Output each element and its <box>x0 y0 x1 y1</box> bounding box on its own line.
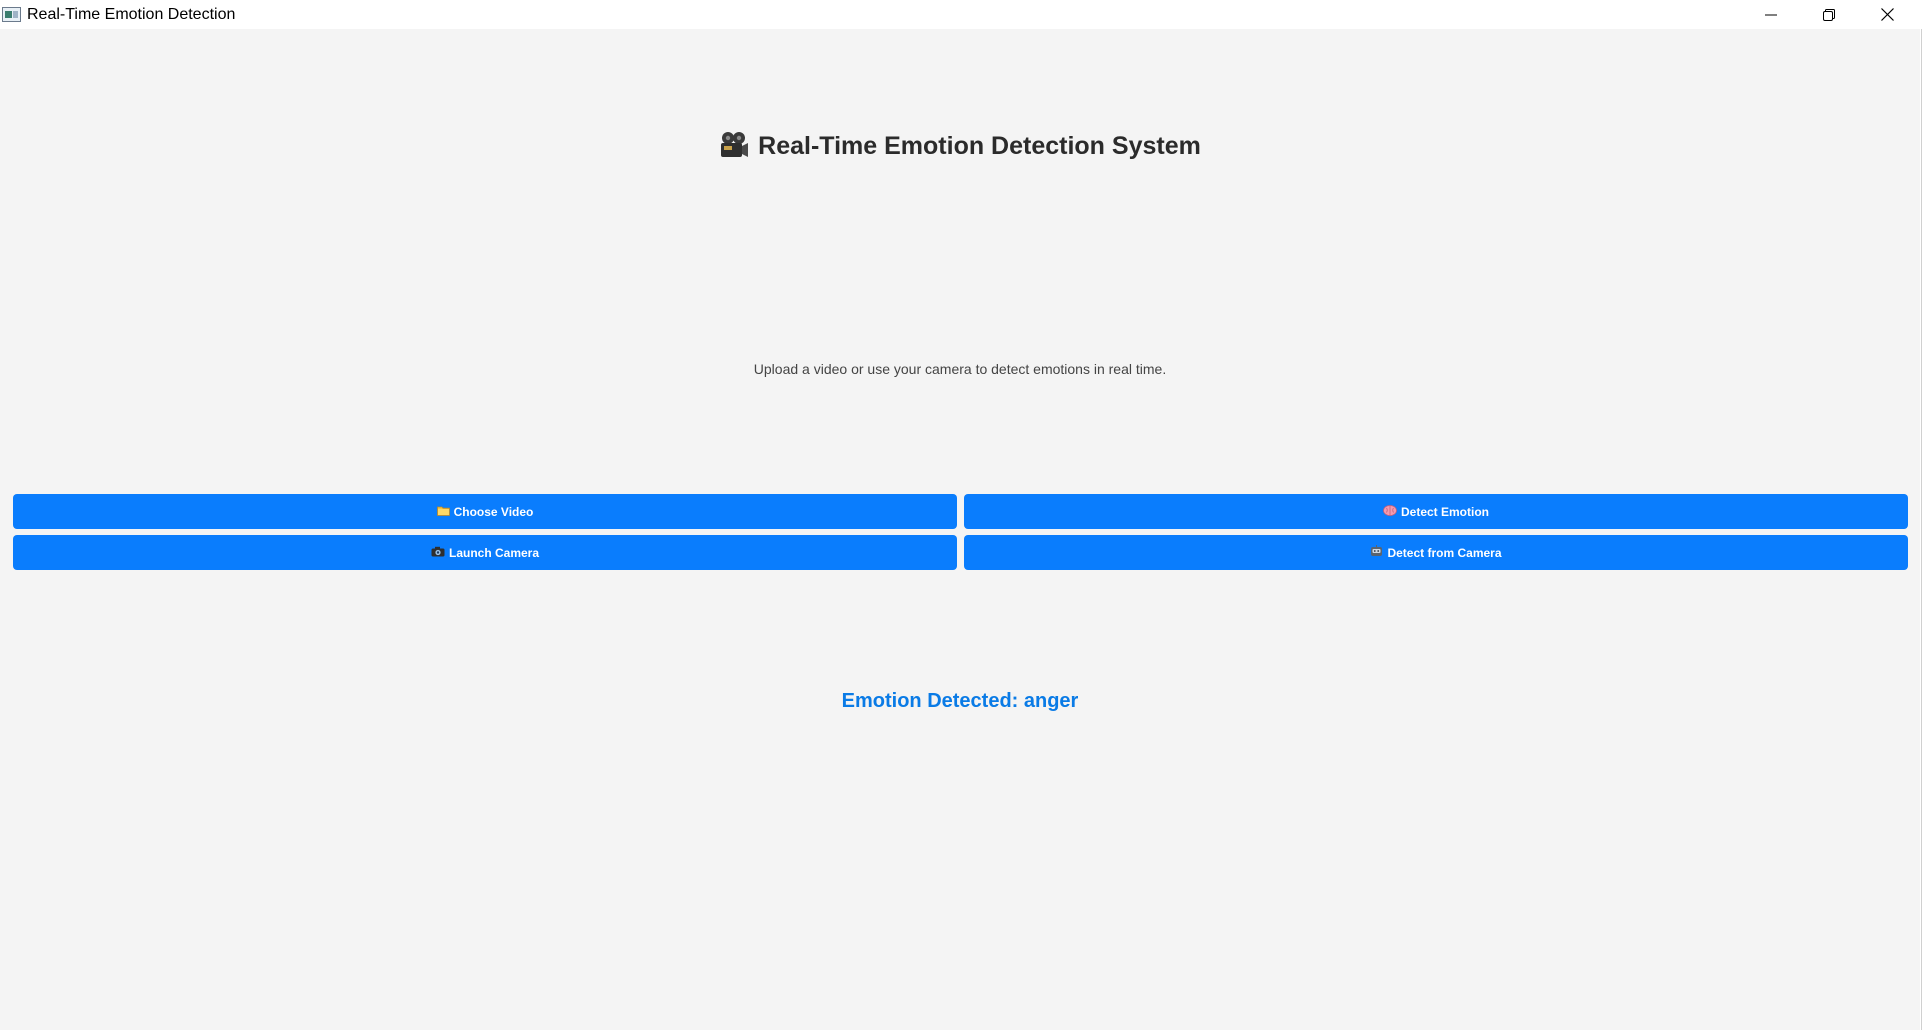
robot-icon <box>1370 545 1383 560</box>
title-bar: Real-Time Emotion Detection <box>0 0 1924 29</box>
restore-button[interactable] <box>1800 0 1858 29</box>
brain-icon <box>1383 504 1397 519</box>
minimize-button[interactable] <box>1742 0 1800 29</box>
launch-camera-button[interactable]: Launch Camera <box>13 535 957 570</box>
restore-icon <box>1823 8 1835 21</box>
page-title-text: Real-Time Emotion Detection System <box>758 132 1201 160</box>
page-title: Real-Time Emotion Detection System <box>0 128 1920 169</box>
app-icon <box>2 7 21 22</box>
choose-video-button[interactable]: Choose Video <box>13 494 957 529</box>
detect-from-camera-button[interactable]: Detect from Camera <box>964 535 1908 570</box>
choose-video-label: Choose Video <box>453 504 534 519</box>
folder-icon <box>436 505 450 519</box>
close-button[interactable] <box>1858 0 1916 29</box>
emotion-result-text: Emotion Detected: anger <box>841 690 1079 712</box>
close-icon <box>1880 8 1894 21</box>
film-camera-icon <box>719 131 749 169</box>
window-title: Real-Time Emotion Detection <box>27 6 236 23</box>
app-window: Real-Time Emotion Detection Real-Time Em… <box>0 0 1924 1030</box>
camera-icon <box>431 546 445 560</box>
subtitle-text: Upload a video or use your camera to det… <box>753 361 1167 377</box>
detect-emotion-button[interactable]: Detect Emotion <box>964 494 1908 529</box>
scrollbar-divider <box>1921 29 1922 1030</box>
detect-emotion-label: Detect Emotion <box>1400 504 1489 519</box>
detect-from-camera-label: Detect from Camera <box>1387 545 1502 560</box>
minimize-icon <box>1765 14 1777 15</box>
launch-camera-label: Launch Camera <box>448 545 540 560</box>
